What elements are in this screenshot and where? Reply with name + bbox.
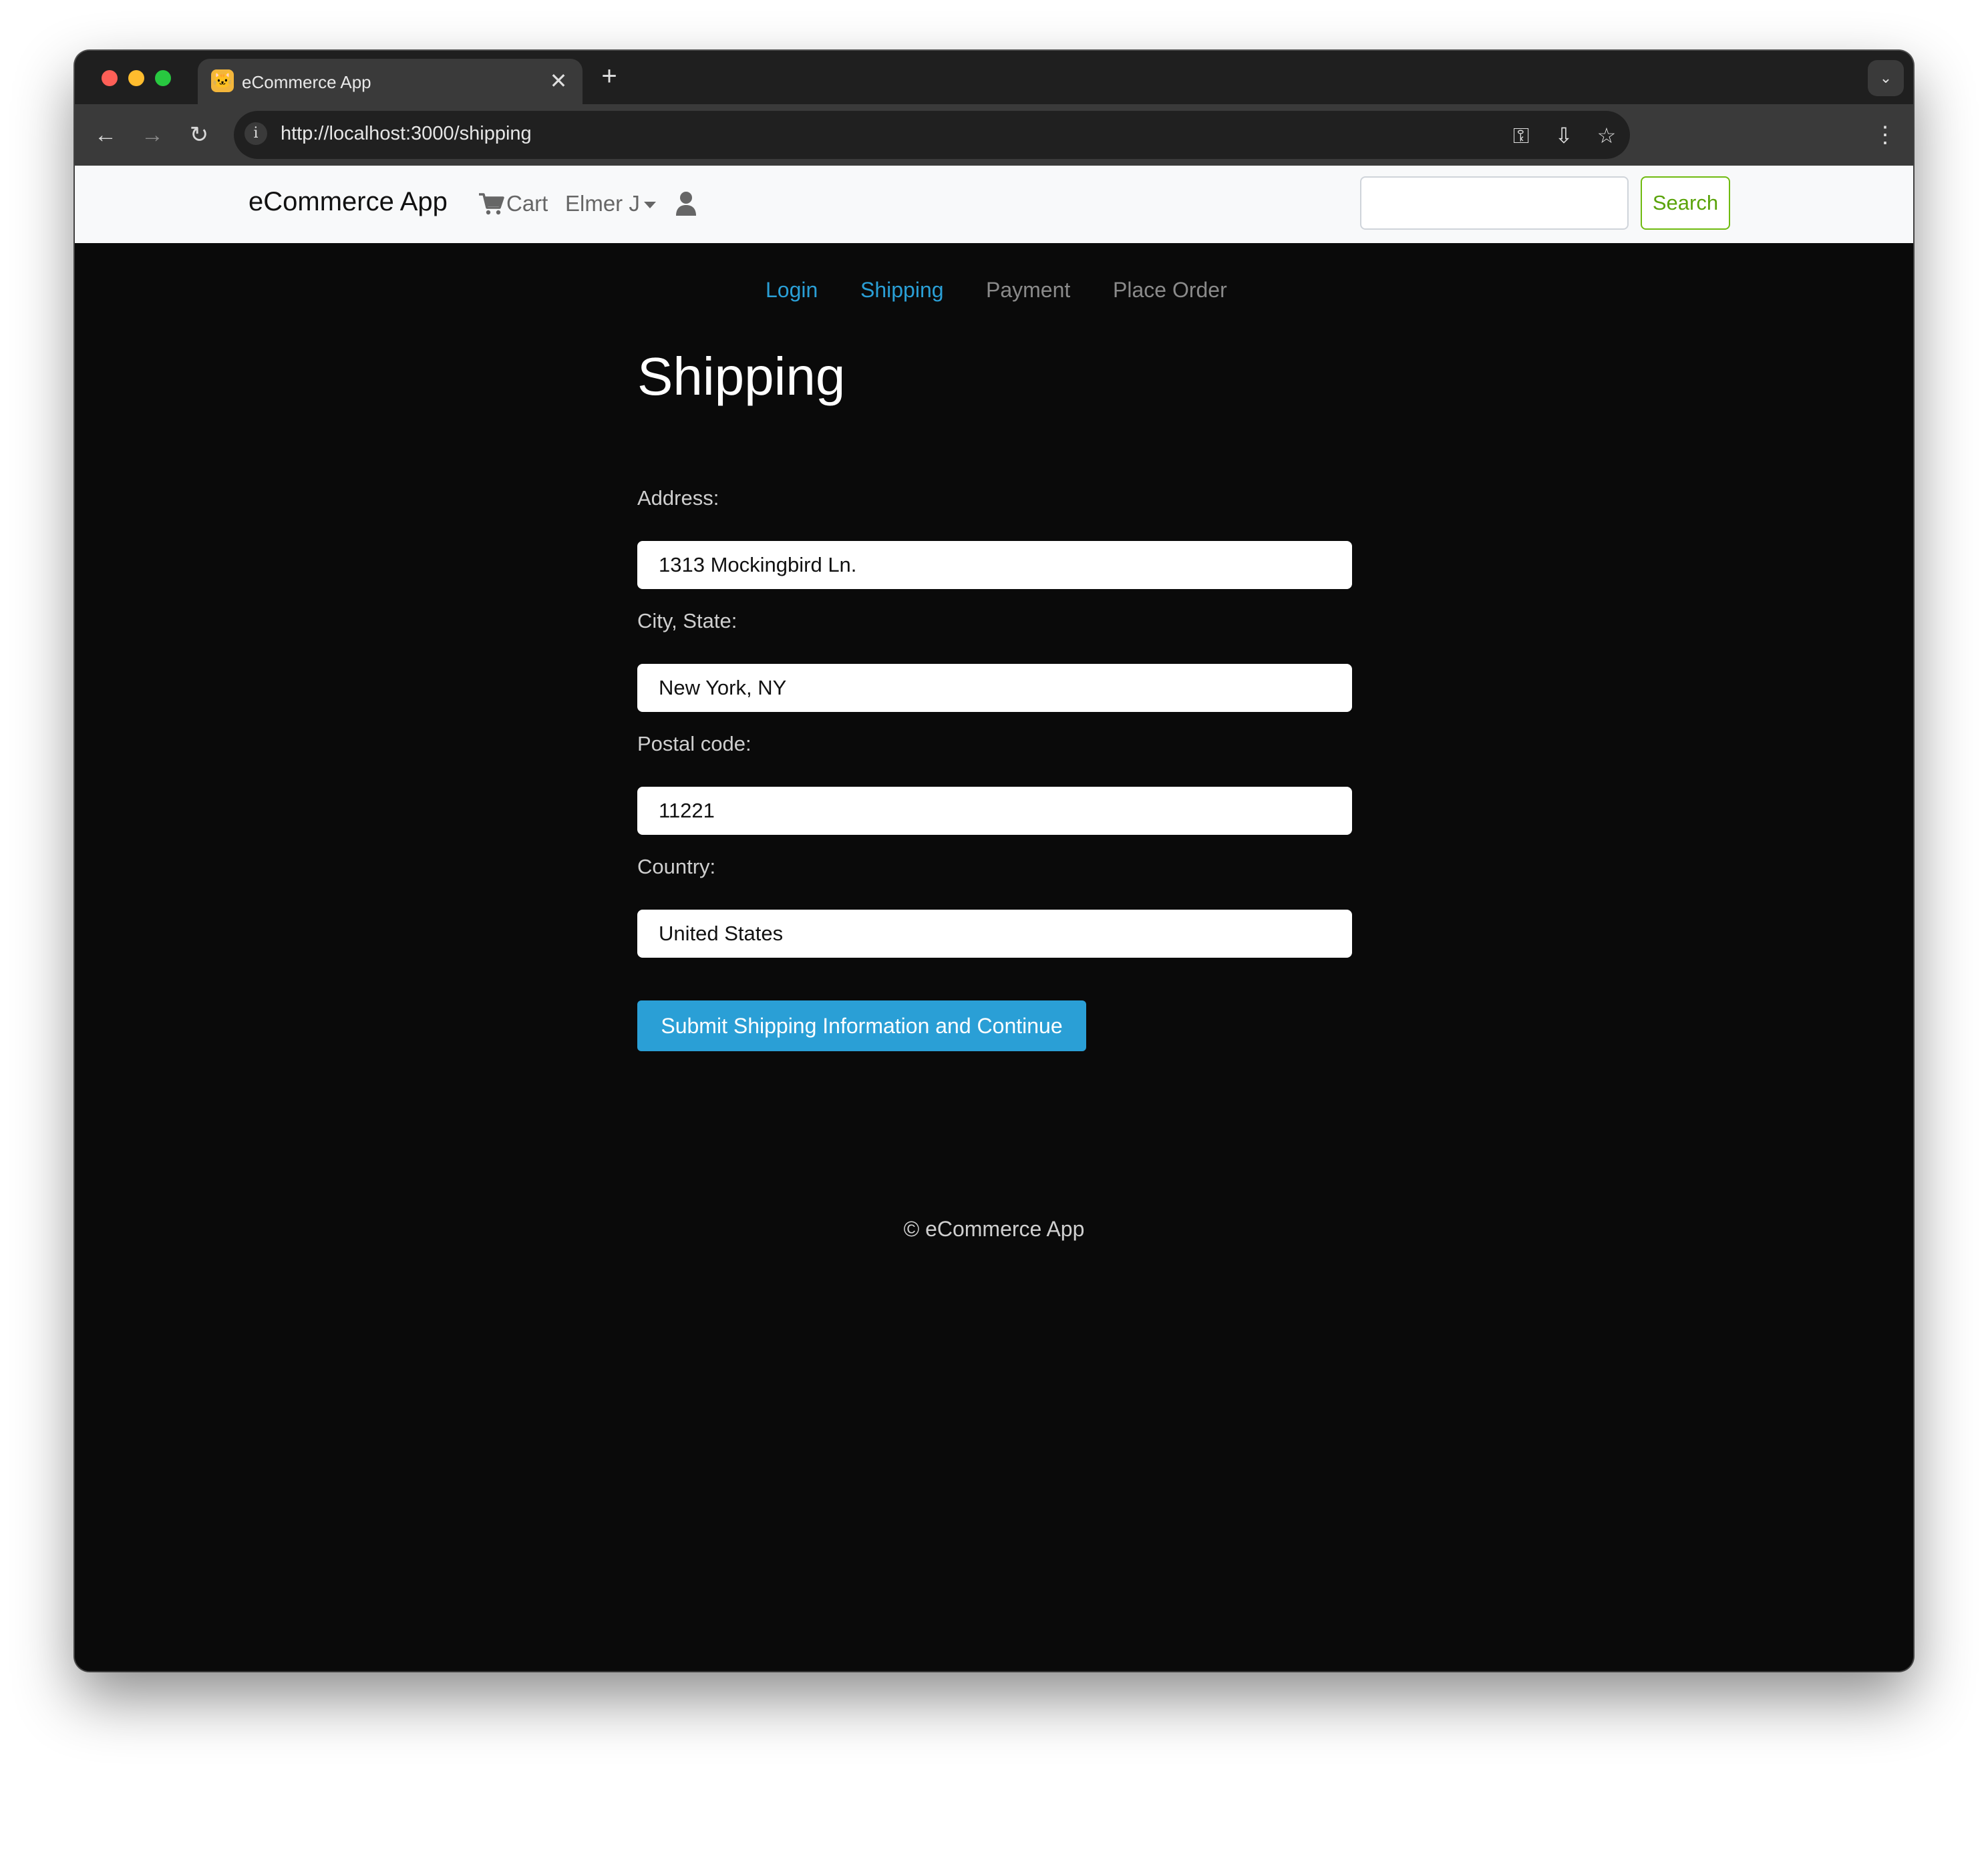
new-tab-button[interactable]: + <box>595 61 624 91</box>
search-input[interactable] <box>1360 176 1629 230</box>
postal-code-field[interactable] <box>637 787 1352 835</box>
install-app-icon[interactable]: ⇩ <box>1548 120 1579 151</box>
address-field[interactable] <box>637 541 1352 589</box>
cart-label: Cart <box>506 191 548 216</box>
browser-tab[interactable]: 🐱 eCommerce App ✕ <box>198 59 583 104</box>
step-place-order: Place Order <box>1113 278 1227 302</box>
cart-link[interactable]: Cart <box>478 191 548 216</box>
address-label: Address: <box>637 486 719 510</box>
cart-icon <box>479 193 504 215</box>
city-state-field[interactable] <box>637 664 1352 712</box>
minimize-window-button[interactable] <box>128 70 144 86</box>
tab-strip: 🐱 eCommerce App ✕ + ⌄ <box>75 51 1913 104</box>
screenshot-stage: 🐱 eCommerce App ✕ + ⌄ ← → ↻ i http://loc… <box>0 0 1988 1858</box>
brand-link[interactable]: eCommerce App <box>248 187 448 217</box>
url-text[interactable]: http://localhost:3000/shipping <box>281 123 532 145</box>
reload-icon[interactable]: ↻ <box>180 116 218 154</box>
search-button[interactable]: Search <box>1641 176 1730 230</box>
bookmark-star-icon[interactable]: ☆ <box>1591 120 1622 151</box>
page-content: eCommerce App Cart Elmer J Search Login … <box>75 166 1913 1671</box>
step-payment: Payment <box>986 278 1071 302</box>
back-icon[interactable]: ← <box>87 116 124 154</box>
page-title: Shipping <box>637 347 846 406</box>
city-state-label: City, State: <box>637 609 737 632</box>
postal-code-label: Postal code: <box>637 732 752 755</box>
user-name: Elmer J <box>565 191 640 216</box>
browser-toolbar: ← → ↻ i http://localhost:3000/shipping ⚿… <box>75 104 1913 166</box>
country-field[interactable] <box>637 910 1352 958</box>
tab-close-icon[interactable]: ✕ <box>546 68 570 94</box>
close-window-button[interactable] <box>102 70 118 86</box>
submit-shipping-button[interactable]: Submit Shipping Information and Continue <box>637 1000 1086 1051</box>
country-label: Country: <box>637 855 716 878</box>
footer-copyright: © eCommerce App <box>903 1217 1085 1241</box>
maximize-window-button[interactable] <box>155 70 171 86</box>
forward-icon[interactable]: → <box>134 116 171 154</box>
browser-menu-icon[interactable]: ⋮ <box>1872 116 1898 154</box>
user-dropdown-toggle[interactable]: Elmer J <box>565 191 656 216</box>
user-icon[interactable] <box>675 191 697 216</box>
address-bar[interactable]: i http://localhost:3000/shipping ⚿ ⇩ ☆ <box>234 111 1630 159</box>
password-key-icon[interactable]: ⚿ <box>1506 120 1536 151</box>
step-shipping[interactable]: Shipping <box>860 278 944 303</box>
caret-down-icon <box>643 202 656 209</box>
site-info-icon[interactable]: i <box>244 122 267 145</box>
favicon-icon: 🐱 <box>211 69 234 92</box>
site-navbar: eCommerce App Cart Elmer J Search <box>75 166 1913 243</box>
step-login[interactable]: Login <box>766 278 818 303</box>
browser-window: 🐱 eCommerce App ✕ + ⌄ ← → ↻ i http://loc… <box>75 51 1913 1671</box>
tab-title: eCommerce App <box>242 72 371 92</box>
tab-search-button[interactable]: ⌄ <box>1868 60 1904 96</box>
